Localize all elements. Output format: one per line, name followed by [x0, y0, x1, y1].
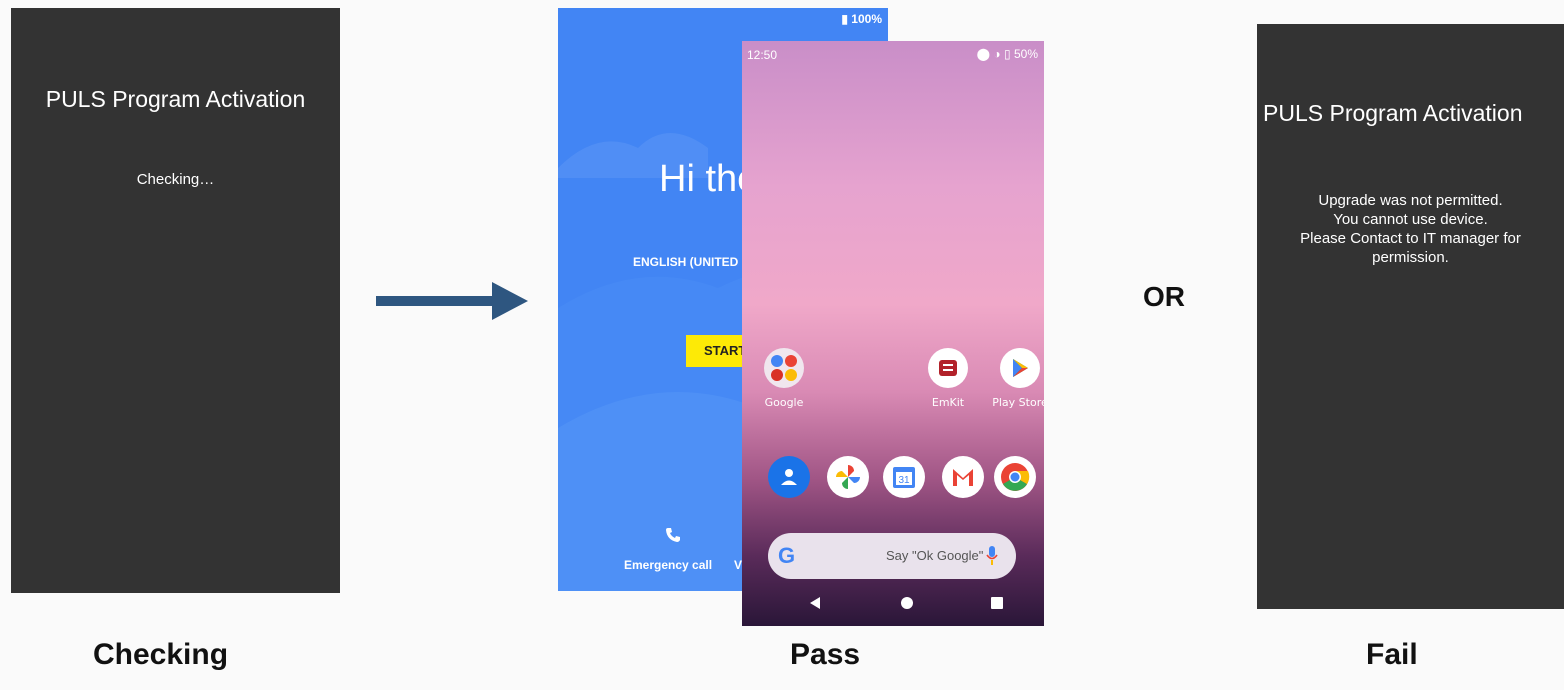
android-home-screen: 12:50 ⬤ ◑ ▯ 50% Google EmKit Play Store … — [742, 41, 1044, 626]
fail-screen: PULS Program Activation Upgrade was not … — [1257, 24, 1564, 609]
fail-message-line: Please Contact to IT manager for — [1300, 230, 1521, 247]
calendar-icon[interactable]: 31 — [883, 456, 925, 498]
fail-message-line: Upgrade was not permitted. — [1318, 192, 1503, 209]
fail-message: Upgrade was not permitted. You cannot us… — [1257, 191, 1564, 267]
setup-partial-link[interactable]: V — [734, 558, 742, 572]
checking-title: PULS Program Activation — [45, 86, 306, 112]
photos-icon[interactable] — [827, 456, 869, 498]
emergency-call-button[interactable]: Emergency call — [624, 558, 712, 572]
fail-message-line: You cannot use device. — [1333, 211, 1488, 228]
app-label: Google — [764, 396, 804, 409]
checking-screen: PULS Program Activation Checking… — [11, 8, 340, 593]
battery-icon: ▮ — [841, 12, 852, 26]
notification-dot-icon: ⬤ — [976, 47, 991, 61]
back-icon[interactable] — [808, 596, 822, 610]
app-google-folder[interactable]: Google — [744, 348, 824, 409]
vibrate-icon: ◑ — [993, 47, 1001, 61]
status-icons: ⬤ ◑ ▯ 50% — [976, 47, 1038, 61]
google-g-icon: G — [778, 543, 796, 568]
app-play-store[interactable]: Play Store — [980, 348, 1044, 409]
google-folder-icon — [764, 348, 804, 388]
pass-caption: Pass — [790, 638, 861, 671]
setup-battery: ▮ 100% — [841, 12, 882, 26]
app-emkit[interactable]: EmKit — [908, 348, 988, 409]
app-label: Play Store — [992, 396, 1044, 409]
calendar-day-label: 31 — [898, 475, 910, 486]
phone-icon — [666, 528, 680, 542]
emkit-icon — [928, 348, 968, 388]
recents-icon[interactable] — [990, 596, 1004, 610]
checking-caption: Checking — [93, 638, 229, 671]
status-time: 12:50 — [747, 48, 778, 62]
app-dock: 31 — [742, 456, 1044, 502]
gmail-icon[interactable] — [942, 456, 984, 498]
checking-status: Checking… — [136, 171, 215, 188]
right-arrow-icon — [376, 282, 528, 320]
battery-icon: ▯ — [1004, 47, 1011, 61]
or-label: OR — [1143, 281, 1185, 312]
chrome-icon[interactable] — [994, 456, 1036, 498]
app-label: EmKit — [931, 396, 965, 409]
play-store-icon — [1000, 348, 1040, 388]
home-icon[interactable] — [900, 596, 914, 610]
fail-title: PULS Program Activation — [1263, 100, 1523, 126]
mic-icon[interactable] — [986, 546, 998, 566]
search-placeholder: Say "Ok Google" — [886, 548, 984, 563]
fail-caption: Fail — [1366, 638, 1418, 671]
google-search-bar[interactable]: G Say "Ok Google" — [768, 533, 1016, 579]
language-selector[interactable]: ENGLISH (UNITED S — [633, 255, 750, 269]
fail-message-line: permission. — [1372, 249, 1449, 266]
contacts-icon[interactable] — [768, 456, 810, 498]
